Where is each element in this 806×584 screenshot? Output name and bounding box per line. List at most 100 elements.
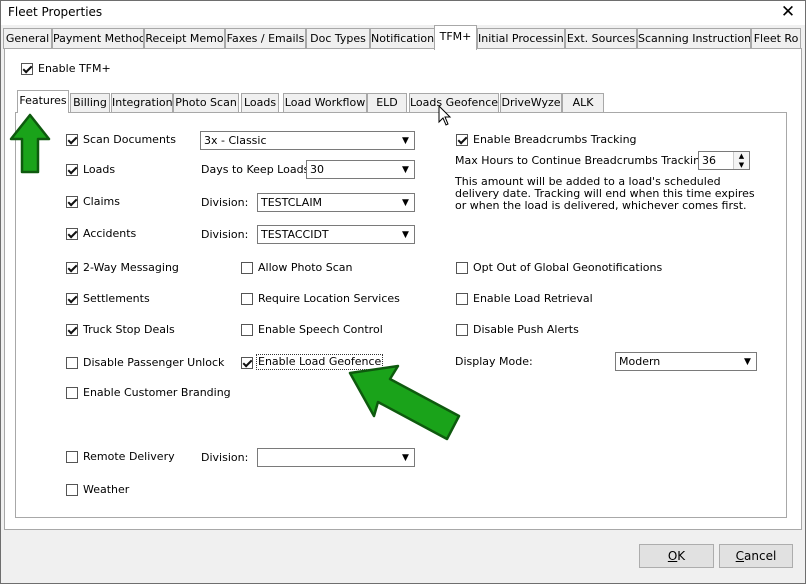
enable-speech-control-label: Enable Speech Control xyxy=(258,323,383,336)
tab-faxes-emails[interactable]: Faxes / Emails xyxy=(225,28,306,49)
tab-integration[interactable]: Integration xyxy=(111,93,173,112)
enable-customer-branding-checkbox[interactable] xyxy=(66,387,78,399)
claims-label: Claims xyxy=(83,195,120,208)
disable-push-alerts-checkbox[interactable] xyxy=(456,324,468,336)
green-up-arrow-icon xyxy=(9,113,51,174)
max-hours-label: Max Hours to Continue Breadcrumbs Tracki… xyxy=(455,154,711,167)
tab-eld[interactable]: ELD xyxy=(367,93,407,112)
remote-delivery-checkbox[interactable] xyxy=(66,451,78,463)
days-to-keep-label: Days to Keep Loads: xyxy=(201,163,313,176)
remote-delivery-label: Remote Delivery xyxy=(83,450,175,463)
settlements-label: Settlements xyxy=(83,292,150,305)
tab-tfm-plus[interactable]: TFM+ xyxy=(434,25,477,50)
claims-checkbox[interactable] xyxy=(66,196,78,208)
claims-division-select[interactable]: TESTCLAIM ▼ xyxy=(257,193,415,212)
truck-stop-deals-checkbox[interactable] xyxy=(66,324,78,336)
window-title: Fleet Properties xyxy=(8,5,103,19)
tab-photo-scan[interactable]: Photo Scan xyxy=(173,93,239,112)
settlements-checkbox[interactable] xyxy=(66,293,78,305)
max-hours-spinner[interactable]: 36 ▲ ▼ xyxy=(698,151,750,170)
tab-features[interactable]: Features xyxy=(17,90,69,113)
scan-documents-checkbox[interactable] xyxy=(66,134,78,146)
tab-loads[interactable]: Loads xyxy=(241,93,279,112)
tab-drivewyze[interactable]: DriveWyze xyxy=(500,93,562,112)
tab-loads-geofence[interactable]: Loads Geofence xyxy=(409,93,499,112)
truck-stop-deals-label: Truck Stop Deals xyxy=(83,323,175,336)
spin-down-icon[interactable]: ▼ xyxy=(734,161,749,169)
disable-passenger-unlock-checkbox[interactable] xyxy=(66,357,78,369)
opt-out-geonotifications-label: Opt Out of Global Geonotifications xyxy=(473,261,663,274)
inner-tab-strip: Features Billing Integration Photo Scan … xyxy=(13,90,613,114)
cancel-button[interactable]: Cancel xyxy=(719,544,793,568)
allow-photo-scan-checkbox[interactable] xyxy=(241,262,253,274)
title-bar: Fleet Properties ✕ xyxy=(1,1,805,25)
display-mode-select[interactable]: Modern ▼ xyxy=(615,352,757,371)
loads-checkbox[interactable] xyxy=(66,164,78,176)
enable-tfm-label: Enable TFM+ xyxy=(38,62,111,75)
tab-notification[interactable]: Notification xyxy=(370,28,435,49)
chevron-down-icon: ▼ xyxy=(402,230,409,240)
scan-documents-label: Scan Documents xyxy=(83,133,176,146)
accidents-checkbox[interactable] xyxy=(66,228,78,240)
two-way-messaging-label: 2-Way Messaging xyxy=(83,261,179,274)
breadcrumbs-label: Enable Breadcrumbs Tracking xyxy=(473,133,637,146)
claims-division-value: TESTCLAIM xyxy=(261,196,323,209)
weather-checkbox[interactable] xyxy=(66,484,78,496)
accidents-division-label: Division: xyxy=(201,228,249,241)
tab-alk[interactable]: ALK xyxy=(562,93,604,112)
disable-passenger-unlock-label: Disable Passenger Unlock xyxy=(83,356,225,369)
tab-initial-processing[interactable]: Initial Processing xyxy=(477,28,565,49)
enable-load-retrieval-label: Enable Load Retrieval xyxy=(473,292,593,305)
breadcrumbs-checkbox[interactable] xyxy=(456,134,468,146)
tab-scanning-instructions[interactable]: Scanning Instructions xyxy=(637,28,751,49)
scan-documents-select[interactable]: 3x - Classic ▼ xyxy=(200,131,415,150)
green-diagonal-arrow-icon xyxy=(348,364,461,441)
loads-label: Loads xyxy=(83,163,116,176)
tab-ext-sources[interactable]: Ext. Sources xyxy=(565,28,637,49)
display-mode-value: Modern xyxy=(619,355,661,368)
accidents-label: Accidents xyxy=(83,227,137,240)
claims-division-label: Division: xyxy=(201,196,249,209)
chevron-down-icon: ▼ xyxy=(744,357,751,367)
spin-up-icon[interactable]: ▲ xyxy=(734,152,749,160)
tab-general[interactable]: General xyxy=(3,28,52,49)
remote-division-label: Division: xyxy=(201,451,249,464)
top-tab-strip: General Payment Method Receipt Memo Faxe… xyxy=(1,25,805,50)
tab-load-workflow[interactable]: Load Workflow xyxy=(283,93,367,112)
enable-tfm-checkbox[interactable] xyxy=(21,63,33,75)
tab-billing[interactable]: Billing xyxy=(70,93,110,112)
enable-customer-branding-label: Enable Customer Branding xyxy=(83,386,231,399)
enable-load-geofence-checkbox[interactable] xyxy=(241,357,253,369)
enable-load-retrieval-checkbox[interactable] xyxy=(456,293,468,305)
tab-receipt-memo[interactable]: Receipt Memo xyxy=(144,28,225,49)
tab-fleet-ro[interactable]: Fleet Ro xyxy=(751,28,801,49)
days-to-keep-select[interactable]: 30 ▼ xyxy=(306,160,415,179)
enable-speech-control-checkbox[interactable] xyxy=(241,324,253,336)
max-hours-value: 36 xyxy=(702,154,716,167)
display-mode-label: Display Mode: xyxy=(455,355,533,368)
ok-button[interactable]: OK xyxy=(639,544,714,568)
mouse-pointer-icon xyxy=(438,105,452,126)
chevron-down-icon: ▼ xyxy=(402,165,409,175)
chevron-down-icon: ▼ xyxy=(402,198,409,208)
help-text: This amount will be added to a load's sc… xyxy=(455,175,755,212)
tab-payment-method[interactable]: Payment Method xyxy=(52,28,144,49)
days-to-keep-value: 30 xyxy=(310,163,324,176)
opt-out-geonotifications-checkbox[interactable] xyxy=(456,262,468,274)
disable-push-alerts-label: Disable Push Alerts xyxy=(473,323,579,336)
scan-documents-value: 3x - Classic xyxy=(204,134,267,147)
two-way-messaging-checkbox[interactable] xyxy=(66,262,78,274)
close-icon[interactable]: ✕ xyxy=(771,1,805,25)
remote-division-select[interactable]: ▼ xyxy=(257,448,415,467)
require-location-services-checkbox[interactable] xyxy=(241,293,253,305)
allow-photo-scan-label: Allow Photo Scan xyxy=(258,261,353,274)
tab-doc-types[interactable]: Doc Types xyxy=(306,28,370,49)
weather-label: Weather xyxy=(83,483,130,496)
chevron-down-icon: ▼ xyxy=(402,453,409,463)
fleet-properties-window: Fleet Properties ✕ General Payment Metho… xyxy=(0,0,806,584)
accidents-division-select[interactable]: TESTACCIDT ▼ xyxy=(257,225,415,244)
chevron-down-icon: ▼ xyxy=(402,136,409,146)
accidents-division-value: TESTACCIDT xyxy=(261,228,329,241)
spinner-buttons: ▲ ▼ xyxy=(733,152,749,169)
require-location-services-label: Require Location Services xyxy=(258,292,400,305)
